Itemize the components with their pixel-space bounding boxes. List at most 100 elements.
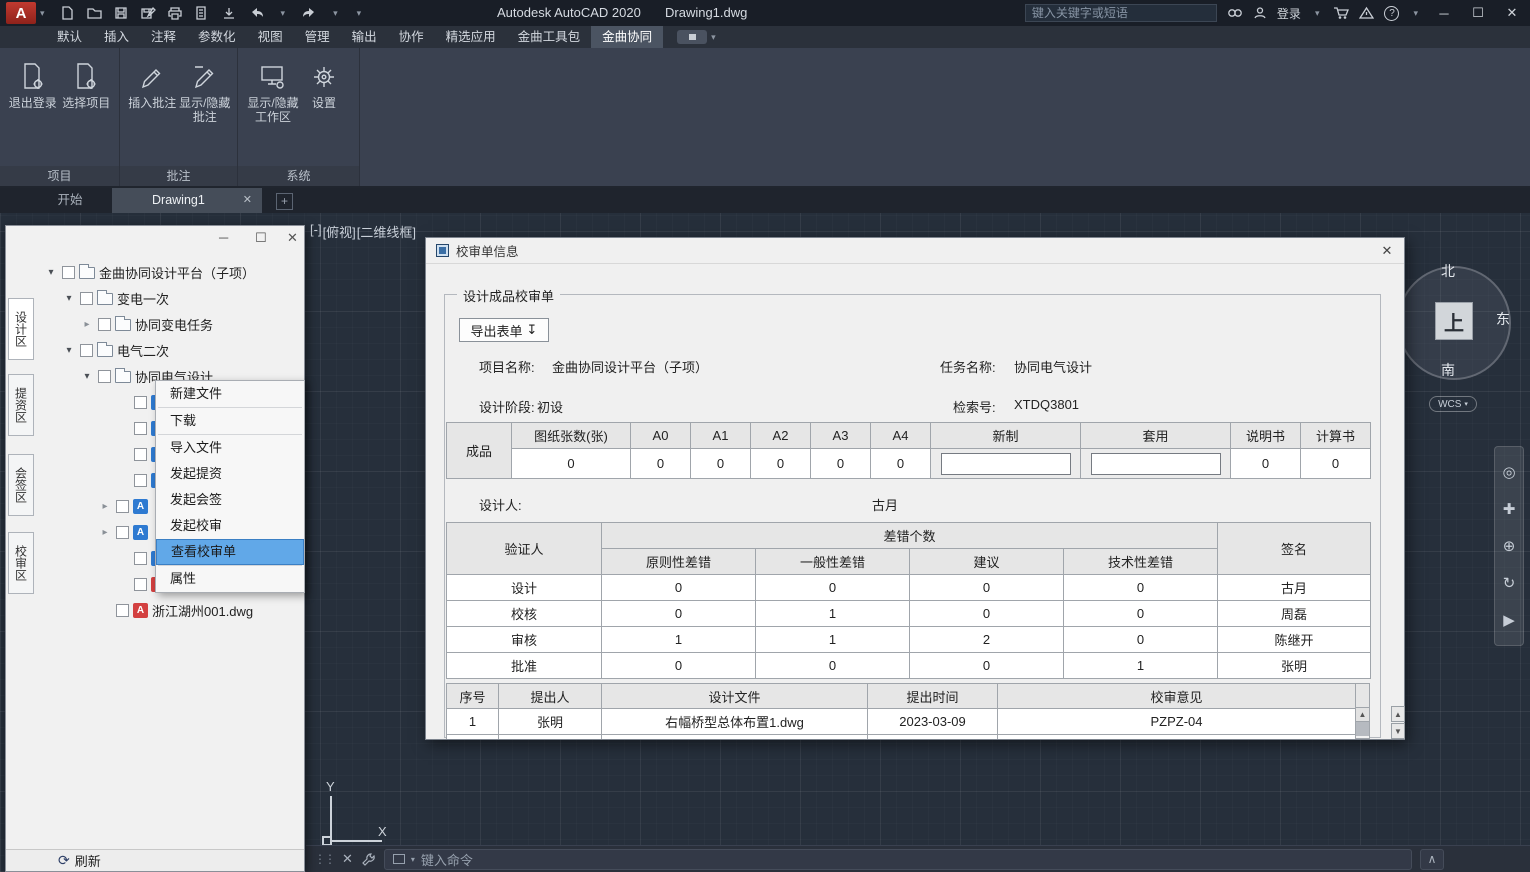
menu-item-new-file[interactable]: 新建文件 [156, 381, 304, 407]
view-cube[interactable]: 北 东 南 上 [1393, 262, 1515, 384]
plot-icon[interactable] [167, 5, 183, 21]
viewport-control-view[interactable]: [俯视] [323, 222, 356, 241]
view-cube-top-face[interactable]: 上 [1435, 302, 1473, 340]
palette-title-bar[interactable]: ─ ☐ ✕ [6, 226, 304, 252]
side-tab-review[interactable]: 校审区 [8, 532, 34, 594]
help-icon[interactable]: ? [1384, 6, 1399, 21]
new-count-input[interactable] [941, 453, 1071, 475]
compass-east[interactable]: 东 [1496, 309, 1510, 329]
zoom-icon[interactable]: ⊕ [1503, 537, 1516, 555]
sheet-set-icon[interactable] [194, 5, 210, 21]
panel-group-label-project[interactable]: 项目 [0, 166, 119, 186]
menu-item-properties[interactable]: 属性 [156, 566, 304, 592]
menu-item-import-file[interactable]: 导入文件 [156, 435, 304, 461]
checkbox[interactable] [98, 318, 111, 331]
file-tab-close-icon[interactable]: ✕ [243, 188, 252, 213]
checkbox[interactable] [116, 526, 129, 539]
checkbox[interactable] [116, 500, 129, 513]
checkbox[interactable] [134, 422, 147, 435]
customize-wrench-icon[interactable] [361, 852, 376, 867]
logout-button[interactable]: 退出登录 [6, 56, 60, 110]
redo-icon[interactable] [300, 5, 318, 21]
help-dropdown-icon[interactable]: ▾ [1413, 8, 1418, 19]
command-close-icon[interactable]: ✕ [342, 851, 353, 867]
menu-item-initiate-countersign[interactable]: 发起会签 [156, 487, 304, 513]
tree-row[interactable]: ▸协同变电任务 [36, 311, 304, 337]
select-project-button[interactable]: 选择项目 [60, 56, 114, 110]
command-bar-grip[interactable]: ⋮⋮ [314, 852, 334, 866]
dialog-scroll-down-button[interactable]: ▼ [1391, 723, 1405, 739]
menu-item-view-review-sheet[interactable]: 查看校审单 [156, 539, 304, 565]
scroll-thumb[interactable] [1356, 722, 1369, 736]
refresh-icon[interactable]: ⟳ [58, 852, 70, 869]
tree-row[interactable]: ▾电气二次 [36, 337, 304, 363]
redo-dropdown-icon[interactable]: ▾ [333, 8, 338, 19]
command-dropdown-icon[interactable]: ▾ [411, 855, 415, 864]
expand-icon[interactable]: ▾ [62, 293, 76, 304]
dialog-close-icon[interactable]: ✕ [1378, 242, 1396, 260]
maximize-button[interactable]: ☐ [1466, 5, 1490, 21]
ribbon-tab-collaborate[interactable]: 协作 [388, 26, 435, 48]
ribbon-tab-jinqu-tools[interactable]: 金曲工具包 [507, 26, 592, 48]
panel-group-label-system[interactable]: 系统 [238, 166, 359, 186]
reuse-count-input[interactable] [1091, 453, 1221, 475]
checkbox[interactable] [80, 292, 93, 305]
user-icon[interactable] [1253, 6, 1267, 20]
checkbox[interactable] [116, 604, 129, 617]
collapse-icon[interactable]: ▸ [98, 527, 112, 538]
ribbon-options-pill[interactable] [677, 30, 707, 44]
tree-row[interactable]: ▾金曲协同设计平台（子项） [36, 259, 304, 285]
ribbon-tab-default[interactable]: 默认 [46, 26, 93, 48]
checkbox[interactable] [62, 266, 75, 279]
comment-table-scrollbar[interactable]: ▲ [1355, 683, 1370, 739]
alert-icon[interactable] [1359, 6, 1374, 20]
tree-row[interactable]: ▾变电一次 [36, 285, 304, 311]
expand-icon[interactable]: ▾ [44, 267, 58, 278]
ribbon-tab-insert[interactable]: 插入 [93, 26, 140, 48]
publish-icon[interactable] [221, 5, 237, 21]
dialog-title-bar[interactable]: 校审单信息 ✕ [426, 238, 1404, 264]
autocad-logo[interactable]: A [6, 2, 36, 24]
wcs-selector[interactable]: WCS ▾ [1429, 396, 1477, 412]
save-as-icon[interactable] [140, 5, 156, 21]
checkbox[interactable] [134, 578, 147, 591]
ribbon-tab-view[interactable]: 视图 [247, 26, 294, 48]
menu-item-initiate-review[interactable]: 发起校审 [156, 513, 304, 539]
undo-icon[interactable] [248, 5, 266, 21]
ribbon-tab-annotate[interactable]: 注释 [140, 26, 187, 48]
show-motion-icon[interactable]: ▶ [1503, 611, 1515, 629]
checkbox[interactable] [134, 552, 147, 565]
file-tab-drawing1[interactable]: Drawing1 ✕ [112, 188, 262, 213]
qat-dropdown-icon[interactable]: ▾ [357, 8, 362, 19]
toggle-annotation-button[interactable]: 显示/隐藏批注 [179, 56, 232, 124]
signin-label[interactable]: 登录 [1277, 5, 1301, 22]
settings-button[interactable]: 设置 [302, 56, 346, 110]
checkbox[interactable] [134, 474, 147, 487]
checkbox[interactable] [80, 344, 93, 357]
checkbox[interactable] [134, 396, 147, 409]
close-button[interactable]: ✕ [1500, 5, 1524, 21]
cart-icon[interactable] [1333, 6, 1349, 20]
save-icon[interactable] [113, 5, 129, 21]
ribbon-collapse-icon[interactable]: ▾ [711, 32, 716, 43]
insert-annotation-button[interactable]: 插入批注 [126, 56, 179, 110]
tree-row[interactable]: A浙江湖州001.dwg [36, 597, 304, 623]
logo-dropdown-icon[interactable]: ▾ [40, 8, 45, 19]
dialog-scroll-up-button[interactable]: ▲ [1391, 706, 1405, 722]
steering-wheel-icon[interactable]: ◎ [1502, 463, 1515, 481]
minimize-button[interactable]: ─ [1432, 6, 1456, 21]
command-history-toggle[interactable]: ∧ [1420, 849, 1444, 870]
expand-icon[interactable]: ▾ [62, 345, 76, 356]
compass-north[interactable]: 北 [1441, 261, 1455, 281]
viewport-control-menu[interactable]: [-] [310, 222, 322, 241]
ribbon-tab-jinqu-collab[interactable]: 金曲协同 [591, 26, 663, 48]
menu-item-download[interactable]: 下载 [156, 408, 304, 434]
ribbon-tab-featured-apps[interactable]: 精选应用 [435, 26, 507, 48]
signin-dropdown-icon[interactable]: ▾ [1315, 8, 1320, 19]
ribbon-tab-parametric[interactable]: 参数化 [187, 26, 247, 48]
command-input[interactable]: ▾ 键入命令 [384, 849, 1412, 870]
palette-minimize-icon[interactable]: ─ [219, 230, 228, 245]
orbit-icon[interactable]: ↻ [1503, 574, 1516, 592]
palette-maximize-icon[interactable]: ☐ [255, 230, 267, 246]
file-tab-start[interactable]: 开始 [28, 188, 112, 213]
